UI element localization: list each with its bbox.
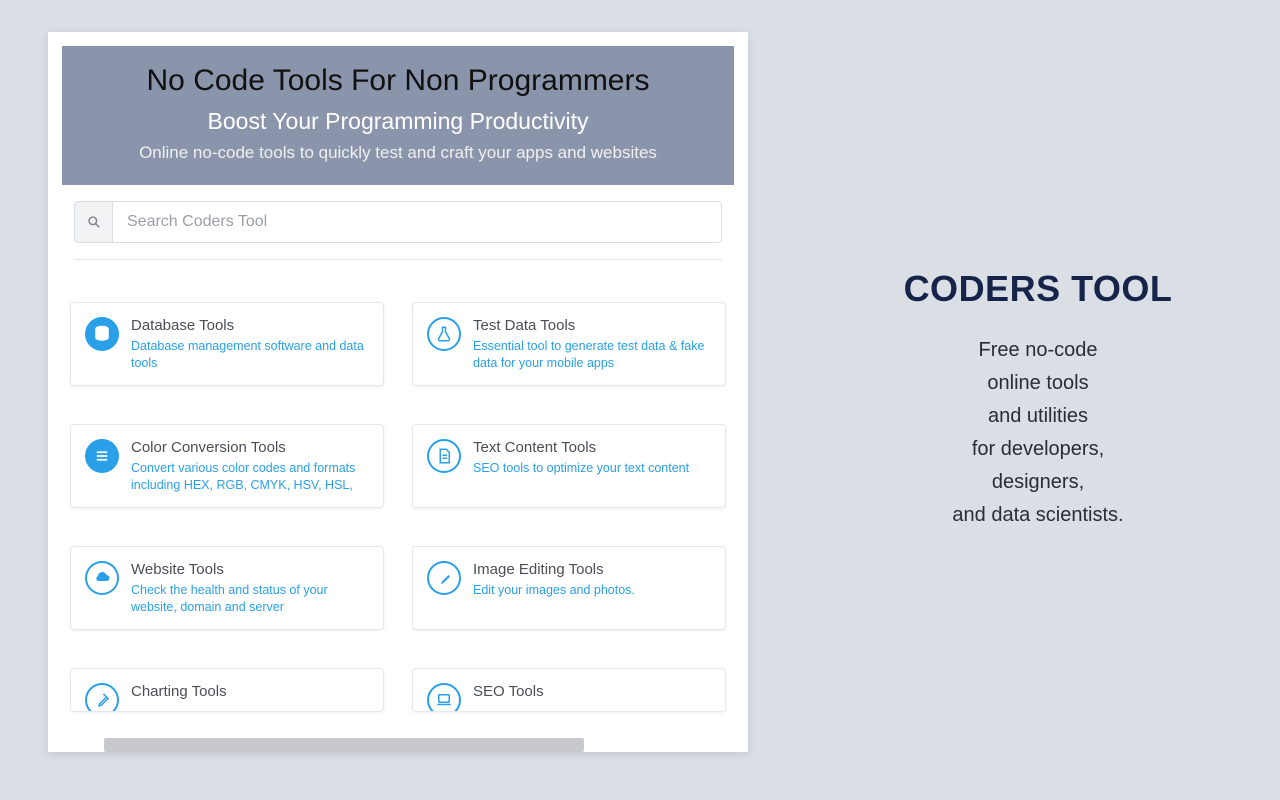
- card-title: Image Editing Tools: [473, 561, 709, 578]
- cloud-icon: [85, 561, 119, 595]
- search-input[interactable]: [112, 201, 722, 243]
- sidebar-title: CODERS TOOL: [858, 268, 1218, 310]
- card-text-content-tools[interactable]: Text Content Tools SEO tools to optimize…: [412, 424, 726, 508]
- database-icon: [85, 317, 119, 351]
- brush-icon: [85, 683, 119, 712]
- divider: [74, 259, 722, 260]
- card-title: Website Tools: [131, 561, 367, 578]
- hero-subtitle: Boost Your Programming Productivity: [82, 108, 714, 135]
- document-icon: [427, 439, 461, 473]
- card-description: Database management software and data to…: [131, 338, 367, 372]
- tool-cards-grid: Database Tools Database management softw…: [70, 302, 726, 712]
- card-charting-tools[interactable]: Charting Tools: [70, 668, 384, 712]
- flask-icon: [427, 317, 461, 351]
- card-title: Text Content Tools: [473, 439, 709, 456]
- search-bar: [74, 201, 722, 243]
- search-icon: [74, 201, 112, 243]
- card-description: Check the health and status of your webs…: [131, 582, 367, 616]
- sidebar-text: Free no-codeonline toolsand utilitiesfor…: [858, 334, 1218, 532]
- hero-banner: No Code Tools For Non Programmers Boost …: [62, 46, 734, 185]
- app-screenshot-panel: No Code Tools For Non Programmers Boost …: [48, 32, 748, 752]
- card-color-conversion-tools[interactable]: Color Conversion Tools Convert various c…: [70, 424, 384, 508]
- horizontal-scrollbar[interactable]: [104, 738, 584, 752]
- card-seo-tools[interactable]: SEO Tools: [412, 668, 726, 712]
- laptop-icon: [427, 683, 461, 712]
- card-test-data-tools[interactable]: Test Data Tools Essential tool to genera…: [412, 302, 726, 386]
- card-database-tools[interactable]: Database Tools Database management softw…: [70, 302, 384, 386]
- hero-description: Online no-code tools to quickly test and…: [82, 143, 714, 163]
- brush-icon: [427, 561, 461, 595]
- card-description: SEO tools to optimize your text content: [473, 460, 709, 477]
- card-title: Database Tools: [131, 317, 367, 334]
- card-website-tools[interactable]: Website Tools Check the health and statu…: [70, 546, 384, 630]
- card-description: Edit your images and photos.: [473, 582, 709, 599]
- card-title: Test Data Tools: [473, 317, 709, 334]
- card-title: Color Conversion Tools: [131, 439, 367, 456]
- card-title: SEO Tools: [473, 683, 709, 700]
- hero-title: No Code Tools For Non Programmers: [82, 64, 714, 98]
- lines-icon: [85, 439, 119, 473]
- card-image-editing-tools[interactable]: Image Editing Tools Edit your images and…: [412, 546, 726, 630]
- card-description: Convert various color codes and formats …: [131, 460, 367, 494]
- card-description: Essential tool to generate test data & f…: [473, 338, 709, 372]
- card-title: Charting Tools: [131, 683, 367, 700]
- promo-sidebar: CODERS TOOL Free no-codeonline toolsand …: [858, 268, 1218, 532]
